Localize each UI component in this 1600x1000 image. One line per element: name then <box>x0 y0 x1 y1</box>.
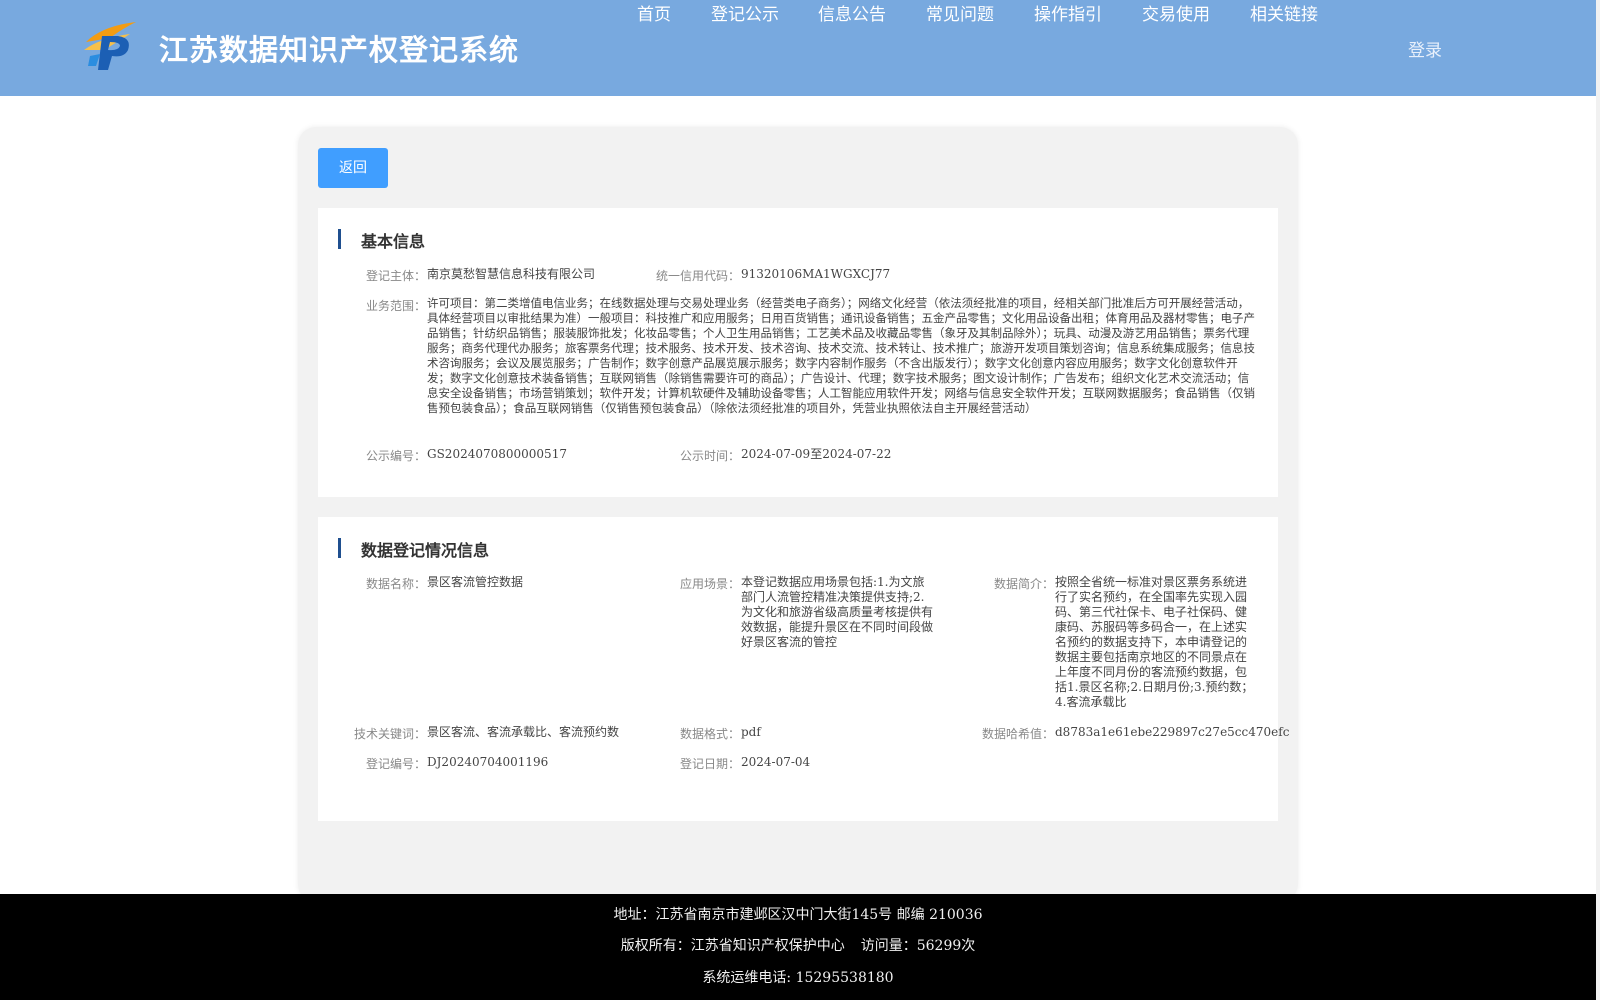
registration-date-value: 2024-07-04 <box>741 755 811 769</box>
nav-related-links[interactable]: 相关链接 <box>1250 0 1318 25</box>
business-scope-value: 许可项目：第二类增值电信业务；在线数据处理与交易处理业务（经营类电子商务）；网络… <box>427 296 1255 415</box>
publication-no-label: 公示编号： <box>365 449 426 463</box>
registration-no-value: DJ20240704001196 <box>427 755 549 769</box>
publication-no-value: GS2024070800000517 <box>427 447 567 461</box>
site-logo <box>84 22 136 70</box>
subject-value: 南京莫愁智慧信息科技有限公司 <box>427 267 596 281</box>
login-link[interactable]: 登录 <box>1408 36 1442 61</box>
nav-home[interactable]: 首页 <box>637 0 671 25</box>
basic-info-panel: 基本信息 登记主体： 南京莫愁智慧信息科技有限公司 统一信用代码： 913201… <box>318 208 1278 497</box>
page-scrollbar[interactable] <box>1596 0 1600 1000</box>
credit-code-label: 统一信用代码： <box>655 269 740 283</box>
business-scope-label: 业务范围： <box>365 299 426 313</box>
data-format-value: pdf <box>741 725 761 739</box>
registration-date-label: 登记日期： <box>679 757 740 771</box>
back-button[interactable]: 返回 <box>318 148 388 188</box>
basic-info-title: 基本信息 <box>361 232 426 251</box>
data-hash-label: 数据哈希值： <box>981 727 1054 741</box>
registration-no-label: 登记编号： <box>365 757 426 771</box>
footer-address: 地址：江苏省南京市建邺区汉中门大街145号 邮编 210036 <box>613 907 983 923</box>
data-hash-value: d8783a1e61ebe229897c27e5cc470efc <box>1055 725 1290 739</box>
section-accent-bar <box>338 229 341 249</box>
data-name-value: 景区客流管控数据 <box>427 575 524 589</box>
nav-registration-public[interactable]: 登记公示 <box>711 0 779 25</box>
data-registration-panel: 数据登记情况信息 数据名称： 景区客流管控数据 应用场景： 本登记数据应用场景包… <box>318 517 1289 821</box>
data-format-label: 数据格式： <box>679 727 740 741</box>
site-title: 江苏数据知识产权登记系统 <box>159 33 520 67</box>
footer-visits: 访问量：56299次 <box>860 938 976 954</box>
footer-copyright-line: 版权所有：江苏省知识产权保护中心 访问量：56299次 <box>0 935 1596 955</box>
nav-announcements[interactable]: 信息公告 <box>818 0 886 25</box>
credit-code-value: 91320106MA1WGXCJ77 <box>741 267 891 281</box>
top-header: 江苏数据知识产权登记系统 首页 登记公示 信息公告 常见问题 操作指引 交易使用… <box>0 0 1596 96</box>
page-footer: 地址：江苏省南京市建邺区汉中门大街145号 邮编 210036 版权所有：江苏省… <box>0 894 1596 1000</box>
nav-faq[interactable]: 常见问题 <box>926 0 994 25</box>
application-scene-value: 本登记数据应用场景包括:1.为文旅部门人流管控精准决策提供支持;2.为文化和旅游… <box>741 575 934 649</box>
nav-guide[interactable]: 操作指引 <box>1034 0 1102 25</box>
section-accent-bar <box>338 538 341 558</box>
nav-trade-usage[interactable]: 交易使用 <box>1142 0 1210 25</box>
data-name-label: 数据名称： <box>365 577 426 591</box>
publication-time-label: 公示时间： <box>679 449 740 463</box>
tech-keywords-label: 技术关键词： <box>353 727 426 741</box>
data-intro-label: 数据简介： <box>993 577 1054 591</box>
application-scene-label: 应用场景： <box>679 577 740 591</box>
data-registration-title: 数据登记情况信息 <box>361 541 490 560</box>
publication-time-value: 2024-07-09至2024-07-22 <box>741 447 892 461</box>
footer-phone: 系统运维电话: 15295538180 <box>702 970 894 986</box>
tech-keywords-value: 景区客流、客流承载比、客流预约数 <box>427 725 620 739</box>
footer-copyright: 版权所有：江苏省知识产权保护中心 <box>620 938 845 954</box>
subject-label: 登记主体： <box>365 269 426 283</box>
data-intro-value: 按照全省统一标准对景区票务系统进行了实名预约，在全国率先实现入园码、第三代社保卡… <box>1055 575 1254 709</box>
